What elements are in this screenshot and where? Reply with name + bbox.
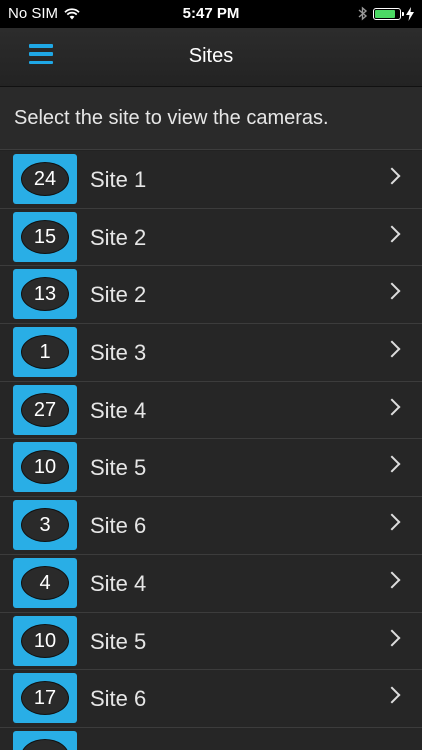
status-right bbox=[358, 6, 414, 21]
instruction-text: Select the site to view the cameras. bbox=[0, 87, 422, 150]
site-row[interactable]: 10 Site 5 bbox=[0, 439, 422, 498]
page-title: Sites bbox=[188, 45, 234, 67]
camera-count: 13 bbox=[21, 277, 69, 312]
site-name: Site 5 bbox=[90, 455, 147, 481]
chevron-right-icon bbox=[383, 513, 401, 531]
chevron-right-icon bbox=[383, 167, 401, 185]
site-name: Site 4 bbox=[90, 397, 147, 423]
battery-level bbox=[375, 9, 396, 18]
camera-count-badge: 13 bbox=[13, 269, 77, 320]
camera-count: 1 bbox=[21, 335, 69, 370]
camera-count-badge: 27 bbox=[13, 384, 77, 435]
site-list: 24 Site 1 15 Site 2 13 Site 2 1 Site 3 27 Site 4 1… bbox=[0, 151, 422, 750]
camera-count-badge: 10 bbox=[13, 442, 77, 493]
chevron-right-icon bbox=[383, 340, 401, 358]
site-name: Site 4 bbox=[90, 570, 147, 596]
camera-count: 10 bbox=[21, 450, 69, 485]
battery-icon bbox=[373, 7, 404, 20]
site-name: Site 5 bbox=[90, 628, 147, 654]
site-name: Site 6 bbox=[90, 513, 147, 539]
site-row[interactable]: 4 Site 4 bbox=[0, 554, 422, 613]
site-row[interactable]: 10 Site 5 bbox=[0, 612, 422, 671]
chevron-right-icon bbox=[383, 225, 401, 243]
site-name: Site 3 bbox=[90, 340, 147, 366]
camera-count: 17 bbox=[21, 681, 69, 716]
camera-count: 15 bbox=[21, 219, 69, 254]
site-row[interactable]: 24 Site 1 bbox=[0, 151, 422, 209]
site-row-partial[interactable] bbox=[0, 727, 422, 750]
camera-count-badge: 17 bbox=[13, 673, 77, 724]
camera-count-badge bbox=[13, 730, 77, 750]
chevron-right-icon bbox=[383, 398, 401, 416]
camera-count: 24 bbox=[21, 162, 69, 196]
navigation-bar: Sites bbox=[0, 28, 422, 87]
camera-count-badge: 15 bbox=[13, 211, 77, 262]
screen: No SIM 5:47 PM Sites Select the site to … bbox=[0, 0, 422, 750]
chevron-right-icon bbox=[383, 455, 401, 473]
chevron-right-icon bbox=[383, 282, 401, 300]
site-row[interactable]: 3 Site 6 bbox=[0, 497, 422, 555]
site-name: Site 2 bbox=[90, 282, 147, 308]
camera-count-badge: 3 bbox=[13, 500, 77, 551]
camera-count-badge: 4 bbox=[13, 557, 77, 608]
chevron-right-icon bbox=[383, 629, 401, 646]
camera-count: 27 bbox=[21, 392, 69, 427]
chevron-right-icon bbox=[383, 571, 401, 589]
charging-icon bbox=[406, 6, 414, 21]
bluetooth-icon bbox=[358, 6, 368, 21]
camera-count-badge: 10 bbox=[13, 615, 77, 666]
camera-count: 4 bbox=[21, 565, 69, 600]
camera-count-badge: 24 bbox=[13, 154, 77, 204]
site-row[interactable]: 13 Site 2 bbox=[0, 266, 422, 325]
camera-count: 10 bbox=[21, 623, 69, 658]
camera-count-badge: 1 bbox=[13, 327, 77, 378]
camera-count: 3 bbox=[21, 508, 69, 543]
site-row[interactable]: 17 Site 6 bbox=[0, 670, 422, 728]
chevron-right-icon bbox=[383, 686, 401, 704]
site-row[interactable]: 27 Site 4 bbox=[0, 381, 422, 440]
site-row[interactable]: 1 Site 3 bbox=[0, 324, 422, 382]
camera-count bbox=[21, 738, 69, 750]
site-name: Site 2 bbox=[90, 224, 147, 250]
site-name: Site 1 bbox=[90, 167, 147, 192]
site-row[interactable]: 15 Site 2 bbox=[0, 208, 422, 267]
status-bar: No SIM 5:47 PM bbox=[0, 0, 422, 28]
site-name: Site 6 bbox=[90, 686, 147, 712]
